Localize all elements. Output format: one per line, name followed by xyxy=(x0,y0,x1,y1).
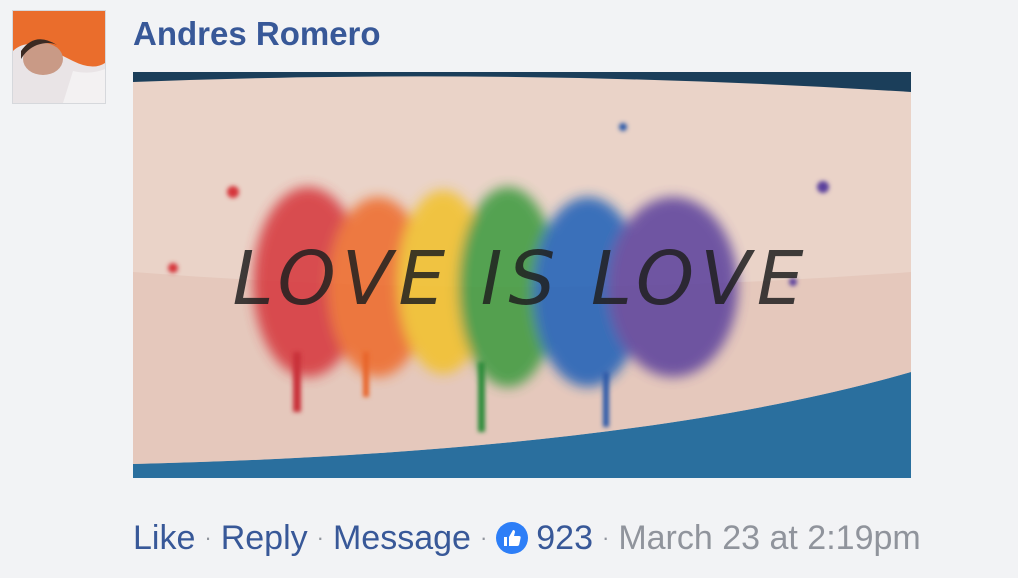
avatar-image xyxy=(13,11,105,103)
comment-photo[interactable]: LOVE IS LOVE xyxy=(133,72,911,478)
separator: · xyxy=(479,525,488,550)
separator: · xyxy=(602,525,610,550)
author-name[interactable]: Andres Romero xyxy=(133,14,381,54)
reply-link[interactable]: Reply xyxy=(221,519,308,558)
comment-timestamp[interactable]: March 23 at 2:19pm xyxy=(618,519,920,558)
thumbs-up-icon[interactable] xyxy=(496,522,529,554)
reaction-count[interactable]: 923 xyxy=(536,519,593,558)
author-avatar[interactable] xyxy=(12,10,106,104)
separator: · xyxy=(316,525,324,550)
separator: · xyxy=(204,525,212,550)
like-link[interactable]: Like xyxy=(133,519,195,558)
comment-actions: Like · Reply · Message · 923 · March 23 … xyxy=(133,516,921,560)
rainbow-tattoo-image: LOVE IS LOVE xyxy=(133,72,911,478)
message-link[interactable]: Message xyxy=(333,519,471,558)
tattoo-text: LOVE IS LOVE xyxy=(233,236,810,322)
